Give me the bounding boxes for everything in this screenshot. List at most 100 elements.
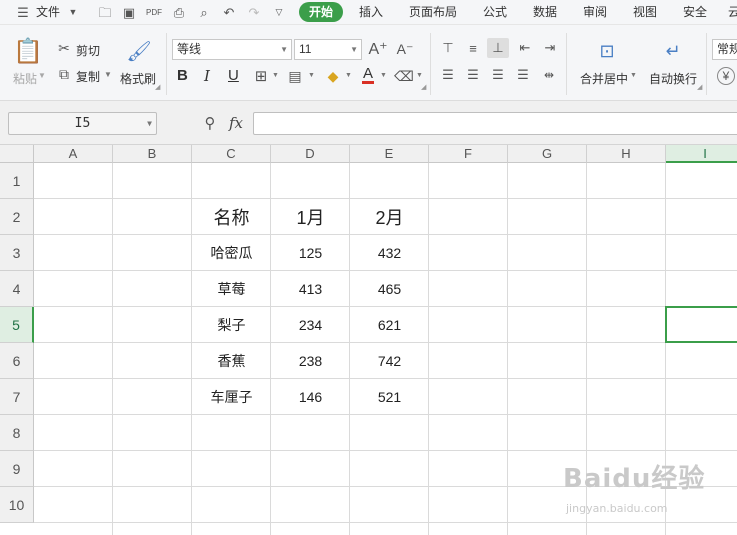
tab-home[interactable]: 开始 (299, 2, 343, 22)
format-painter-button[interactable]: 格式刷 (120, 70, 156, 87)
print-icon[interactable]: ⎙ (170, 0, 188, 25)
align-left-icon[interactable]: ☰ (439, 66, 457, 84)
table-header-cell[interactable]: 2月 (350, 199, 429, 235)
cut-button[interactable]: 剪切 (76, 42, 100, 59)
export-pdf-icon[interactable]: PDF (145, 0, 163, 25)
bold-button[interactable]: B (177, 67, 188, 84)
table-header-cell[interactable]: 1月 (271, 199, 350, 235)
font-color-dropdown-icon[interactable]: ▼ (380, 72, 387, 79)
font-name-select[interactable]: 等线 ▼ (172, 39, 292, 60)
align-right-icon[interactable]: ☰ (489, 66, 507, 84)
select-all-corner[interactable] (0, 145, 34, 163)
tab-page-layout[interactable]: 页面布局 (409, 0, 457, 25)
table-value-cell[interactable]: 234 (271, 307, 350, 343)
align-bottom-icon[interactable]: ⊥ (487, 38, 509, 58)
merge-center-dropdown-icon[interactable]: ▼ (630, 72, 637, 79)
save-icon[interactable]: ▣ (120, 0, 138, 25)
font-launcher-icon[interactable]: ◢ (421, 83, 426, 91)
row-header-9[interactable]: 9 (0, 451, 34, 487)
column-header-i[interactable]: I (666, 145, 737, 163)
name-box[interactable]: I5 ▼ (8, 112, 157, 135)
tab-overflow[interactable]: 云 (728, 0, 737, 25)
row-header-5[interactable]: 5 (0, 307, 34, 343)
column-header-e[interactable]: E (350, 145, 429, 163)
file-chevron-down-icon[interactable]: ▼ (64, 0, 82, 25)
fill-color-dropdown-icon[interactable]: ▼ (345, 72, 352, 79)
fill-pattern-dropdown-icon[interactable]: ▼ (308, 72, 315, 79)
table-name-cell[interactable]: 哈密瓜 (192, 235, 271, 271)
paste-dropdown-icon[interactable]: ▼ (38, 71, 46, 80)
tab-view[interactable]: 视图 (633, 0, 657, 25)
column-header-c[interactable]: C (192, 145, 271, 163)
table-name-cell[interactable]: 梨子 (192, 307, 271, 343)
table-header-cell[interactable]: 名称 (192, 199, 271, 235)
copy-dropdown-icon[interactable]: ▼ (104, 70, 112, 79)
row-header-7[interactable]: 7 (0, 379, 34, 415)
fill-pattern-icon[interactable]: ▤ (286, 67, 304, 85)
decrease-indent-icon[interactable]: ⇤ (516, 39, 534, 57)
paste-button[interactable]: 粘贴 (13, 70, 37, 87)
tab-formulas[interactable]: 公式 (483, 0, 507, 25)
row-header-3[interactable]: 3 (0, 235, 34, 271)
row-header-6[interactable]: 6 (0, 343, 34, 379)
row-header-10[interactable]: 10 (0, 487, 34, 523)
undo-icon[interactable]: ↶ (220, 0, 238, 25)
column-header-f[interactable]: F (429, 145, 508, 163)
scissors-icon[interactable]: ✂ (56, 40, 72, 56)
decrease-font-size-icon[interactable]: A⁻ (395, 39, 415, 59)
insert-function-button[interactable]: fx (229, 114, 243, 132)
fill-color-bucket-icon[interactable]: ◆ (324, 67, 342, 85)
table-value-cell[interactable]: 465 (350, 271, 429, 307)
wrap-text-button[interactable]: 自动换行 (649, 70, 697, 87)
table-value-cell[interactable]: 413 (271, 271, 350, 307)
column-header-g[interactable]: G (508, 145, 587, 163)
increase-indent-icon[interactable]: ⇥ (541, 39, 559, 57)
tab-data[interactable]: 数据 (533, 0, 557, 25)
merge-center-button[interactable]: 合并居中 (580, 70, 628, 87)
align-center-icon[interactable]: ☰ (464, 66, 482, 84)
active-cell-highlight[interactable] (665, 306, 737, 343)
table-name-cell[interactable]: 车厘子 (192, 379, 271, 415)
tab-review[interactable]: 审阅 (583, 0, 607, 25)
justify-icon[interactable]: ☰ (514, 66, 532, 84)
formula-input[interactable] (253, 112, 737, 135)
eraser-dropdown-icon[interactable]: ▼ (416, 72, 423, 79)
table-value-cell[interactable]: 125 (271, 235, 350, 271)
table-name-cell[interactable]: 草莓 (192, 271, 271, 307)
increase-font-size-icon[interactable]: A⁺ (368, 39, 388, 59)
row-header-4[interactable]: 4 (0, 271, 34, 307)
align-top-icon[interactable]: ⊤ (439, 39, 457, 57)
redo-icon[interactable]: ↷ (245, 0, 263, 25)
copy-icon[interactable]: ⧉ (56, 66, 72, 82)
currency-icon[interactable]: ¥ (717, 67, 735, 85)
underline-button[interactable]: U (228, 67, 239, 84)
table-value-cell[interactable]: 238 (271, 343, 350, 379)
merge-center-icon[interactable]: ⊡ (594, 39, 620, 63)
row-header-2[interactable]: 2 (0, 199, 34, 235)
file-menu[interactable]: 文件 (36, 0, 60, 25)
tab-insert[interactable]: 插入 (359, 0, 383, 25)
row-header-1[interactable]: 1 (0, 163, 34, 199)
table-value-cell[interactable]: 521 (350, 379, 429, 415)
table-name-cell[interactable]: 香蕉 (192, 343, 271, 379)
format-painter-icon[interactable]: 🖌 (126, 39, 151, 63)
font-size-select[interactable]: 11 ▼ (294, 39, 362, 60)
column-header-d[interactable]: D (271, 145, 350, 163)
align-middle-icon[interactable]: ≡ (464, 39, 482, 57)
italic-button[interactable]: I (204, 67, 210, 85)
copy-button[interactable]: 复制 (76, 68, 100, 85)
font-color-button[interactable]: A (362, 66, 375, 84)
row-header-8[interactable]: 8 (0, 415, 34, 451)
column-header-h[interactable]: H (587, 145, 666, 163)
table-value-cell[interactable]: 742 (350, 343, 429, 379)
column-header-a[interactable]: A (34, 145, 113, 163)
open-folder-icon[interactable]: 🗀 (96, 0, 114, 25)
borders-dropdown-icon[interactable]: ▼ (272, 72, 279, 79)
print-preview-icon[interactable]: ⌕ (195, 0, 213, 25)
distributed-align-icon[interactable]: ⇹ (539, 66, 559, 84)
wrap-text-icon[interactable]: ↵ (660, 39, 686, 63)
table-value-cell[interactable]: 621 (350, 307, 429, 343)
borders-icon[interactable]: ⊞ (252, 67, 270, 85)
clipboard-launcher-icon[interactable]: ◢ (155, 83, 160, 91)
eraser-icon[interactable]: ⌫ (394, 67, 414, 85)
